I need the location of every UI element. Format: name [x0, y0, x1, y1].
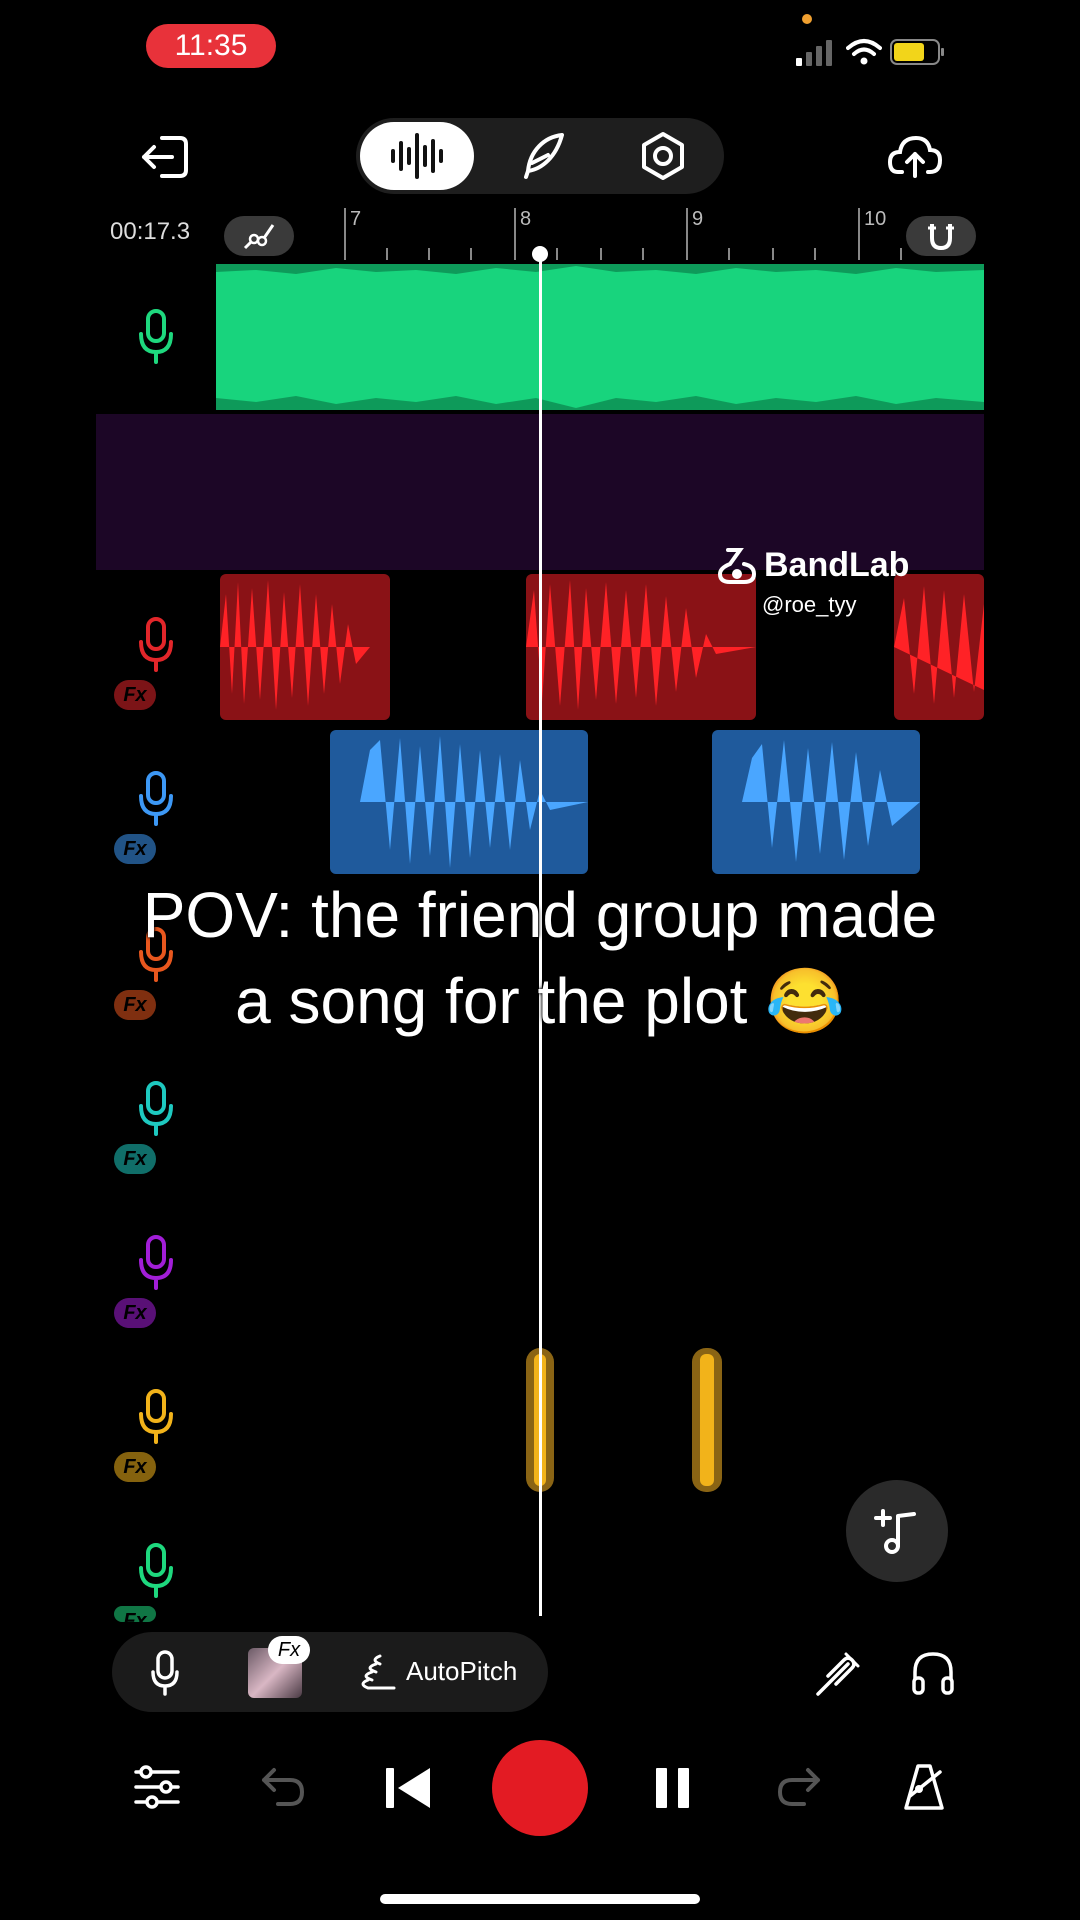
clip-waveform: [526, 580, 756, 710]
add-music-icon: [874, 1509, 916, 1554]
ruler-label: 10: [864, 208, 887, 230]
automation-icon: [243, 224, 275, 250]
snap-button[interactable]: [906, 216, 976, 256]
settings-hex-icon: [642, 132, 684, 180]
watermark-brand: BandLab: [764, 546, 910, 584]
ruler-minor-tick: [728, 248, 730, 260]
tab-lyrics[interactable]: [508, 122, 578, 190]
autopitch-button[interactable]: AutoPitch: [406, 1656, 517, 1687]
playhead-handle[interactable]: [532, 246, 548, 262]
watermark-user: @roe_tyy: [762, 592, 857, 617]
clip-waveform: [894, 586, 984, 704]
track-fx-badge[interactable]: Fx: [114, 1298, 156, 1328]
exit-icon[interactable]: [140, 134, 190, 180]
audio-clip[interactable]: [692, 1348, 722, 1492]
ruler-tick: [514, 208, 516, 260]
timecode: 00:17.3: [110, 218, 191, 245]
ruler-label: 9: [692, 208, 704, 230]
mic-icon[interactable]: [150, 1650, 180, 1696]
track-mic-icon[interactable]: [136, 308, 176, 364]
ruler-label: 7: [350, 208, 362, 230]
ruler-minor-tick: [814, 248, 816, 260]
undo-icon[interactable]: [258, 1766, 306, 1808]
mixer-icon[interactable]: [134, 1764, 180, 1810]
cloud-upload-icon[interactable]: [888, 132, 942, 178]
quill-icon: [524, 133, 564, 179]
tab-waveform[interactable]: [360, 122, 474, 190]
ruler-minor-tick: [556, 248, 558, 260]
audio-clip[interactable]: [216, 264, 984, 410]
ruler-minor-tick: [600, 248, 602, 260]
track-fx-badge[interactable]: Fx: [114, 834, 156, 864]
audio-clip[interactable]: [220, 574, 390, 720]
automation-button[interactable]: [224, 216, 294, 256]
privacy-indicator: [802, 14, 812, 24]
bandlab-logo-icon: [717, 548, 757, 584]
clip-waveform: [360, 736, 588, 868]
redo-icon[interactable]: [776, 1766, 824, 1808]
track-fx-badge[interactable]: Fx: [114, 680, 156, 710]
magnet-icon: [928, 224, 954, 251]
add-track-button[interactable]: [846, 1480, 948, 1582]
track-mic-icon[interactable]: [136, 616, 176, 672]
metronome-icon[interactable]: [900, 1762, 948, 1812]
caption-line-1: POV: the friend group made: [142, 879, 938, 951]
clip-waveform: [220, 580, 390, 710]
waveform-icon: [391, 133, 443, 179]
ruler-minor-tick: [900, 248, 902, 260]
clip-waveform: [742, 740, 920, 862]
ruler-minor-tick: [428, 248, 430, 260]
track-mic-icon[interactable]: [136, 770, 176, 826]
home-indicator[interactable]: [380, 1894, 700, 1904]
clip-waveform: [216, 264, 984, 410]
track-mic-icon[interactable]: [136, 1080, 176, 1136]
audio-clip[interactable]: [526, 574, 756, 720]
record-button[interactable]: [492, 1740, 588, 1836]
fx-preset-badge: Fx: [268, 1636, 310, 1664]
audio-clip[interactable]: [712, 730, 920, 874]
battery-icon: [890, 39, 944, 65]
track-fx-badge[interactable]: Fx: [114, 1452, 156, 1482]
ruler-label: 8: [520, 208, 532, 230]
signal-icon: [796, 40, 832, 66]
track-mic-icon[interactable]: [136, 1234, 176, 1290]
track-mic-icon[interactable]: [136, 1542, 176, 1598]
status-time: 11:35: [146, 24, 276, 68]
headphones-icon[interactable]: [910, 1650, 956, 1696]
ruler-minor-tick: [772, 248, 774, 260]
ruler-tick: [858, 208, 860, 260]
pause-icon[interactable]: [656, 1766, 690, 1810]
caption-line-2: a song for the plot 😂: [235, 965, 845, 1037]
autopitch-icon: [361, 1654, 396, 1690]
ruler-minor-tick: [642, 248, 644, 260]
ruler-minor-tick: [470, 248, 472, 260]
wifi-icon: [846, 39, 882, 65]
audio-clip[interactable]: [330, 730, 588, 874]
ruler-tick: [686, 208, 688, 260]
track-fx-badge[interactable]: Fx: [114, 1606, 156, 1622]
tuning-fork-icon[interactable]: [814, 1650, 862, 1696]
track-mic-icon[interactable]: [136, 1388, 176, 1444]
ruler-tick: [344, 208, 346, 260]
caption-overlay: POV: the friend group made a song for th…: [40, 872, 1040, 1044]
ruler-minor-tick: [386, 248, 388, 260]
track-fx-badge[interactable]: Fx: [114, 1144, 156, 1174]
skip-back-icon[interactable]: [384, 1766, 432, 1810]
audio-clip[interactable]: [894, 574, 984, 720]
tab-settings[interactable]: [628, 122, 698, 190]
